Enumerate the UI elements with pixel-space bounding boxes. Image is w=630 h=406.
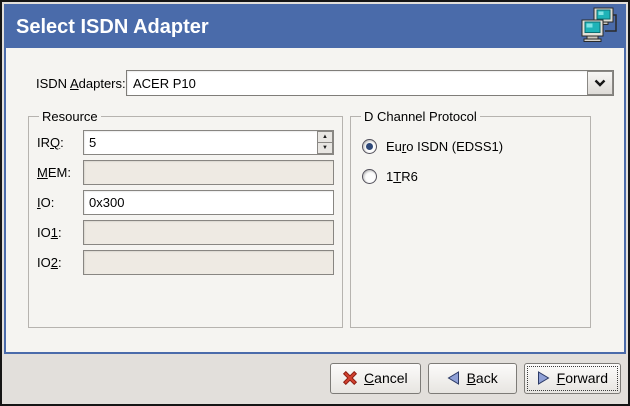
- irq-label: IRQ:: [37, 135, 83, 150]
- spin-up-icon[interactable]: ▲: [317, 131, 333, 143]
- io-label: IO:: [37, 195, 83, 210]
- dialog-window: Select ISDN Adapter: [0, 0, 630, 406]
- button-bar: Cancel Back Forward: [4, 354, 626, 402]
- page-title: Select ISDN Adapter: [16, 16, 209, 39]
- io1-label: IO1:: [37, 225, 83, 240]
- d-channel-protocol-group: D Channel Protocol Euro ISDN (EDSS1) 1TR…: [350, 109, 591, 328]
- io2-input: [83, 250, 334, 275]
- io2-label: IO2:: [37, 255, 83, 270]
- combobox-value: ACER P10: [127, 71, 587, 95]
- cancel-button[interactable]: Cancel: [330, 363, 421, 394]
- radio-euro-isdn[interactable]: Euro ISDN (EDSS1): [362, 139, 582, 154]
- radio-1tr6[interactable]: 1TR6: [362, 169, 582, 184]
- isdn-adapters-label: ISDN Adapters:: [28, 76, 126, 91]
- network-computers-icon: [580, 6, 618, 49]
- titlebar: Select ISDN Adapter: [6, 6, 624, 48]
- spin-down-icon[interactable]: ▼: [317, 143, 333, 154]
- arrow-right-icon: [537, 371, 550, 385]
- irq-spinner: ▲ ▼: [83, 130, 334, 155]
- groups-row: Resource IRQ: ▲ ▼ MEM:: [28, 109, 614, 328]
- radio-unselected-icon[interactable]: [362, 169, 377, 184]
- red-x-icon: [343, 371, 357, 385]
- dialog-content: ISDN Adapters: ACER P10 Resource IRQ:: [6, 48, 624, 352]
- radio-1tr6-label: 1TR6: [386, 169, 418, 184]
- mem-row: MEM:: [37, 160, 334, 185]
- mem-label: MEM:: [37, 165, 83, 180]
- dialog-frame: Select ISDN Adapter: [4, 4, 626, 354]
- d-channel-protocol-legend: D Channel Protocol: [361, 109, 480, 124]
- back-button[interactable]: Back: [428, 363, 517, 394]
- isdn-adapter-combobox[interactable]: ACER P10: [126, 70, 614, 96]
- io-input[interactable]: [83, 190, 334, 215]
- irq-input[interactable]: [83, 130, 334, 155]
- irq-spin-buttons: ▲ ▼: [317, 131, 333, 154]
- radio-euro-isdn-label: Euro ISDN (EDSS1): [386, 139, 503, 154]
- forward-button-label: Forward: [557, 370, 608, 386]
- combobox-dropdown-button[interactable]: [587, 71, 613, 95]
- io1-input: [83, 220, 334, 245]
- io1-row: IO1:: [37, 220, 334, 245]
- radio-selected-icon[interactable]: [362, 139, 377, 154]
- resource-group-legend: Resource: [39, 109, 101, 124]
- isdn-adapter-row: ISDN Adapters: ACER P10: [28, 70, 614, 96]
- irq-row: IRQ: ▲ ▼: [37, 130, 334, 155]
- arrow-left-icon: [447, 371, 460, 385]
- back-button-label: Back: [467, 370, 498, 386]
- cancel-button-label: Cancel: [364, 370, 408, 386]
- mem-input: [83, 160, 334, 185]
- io-row: IO:: [37, 190, 334, 215]
- chevron-down-icon: [594, 79, 606, 87]
- io2-row: IO2:: [37, 250, 334, 275]
- forward-button[interactable]: Forward: [524, 363, 621, 394]
- resource-group: Resource IRQ: ▲ ▼ MEM:: [28, 109, 343, 328]
